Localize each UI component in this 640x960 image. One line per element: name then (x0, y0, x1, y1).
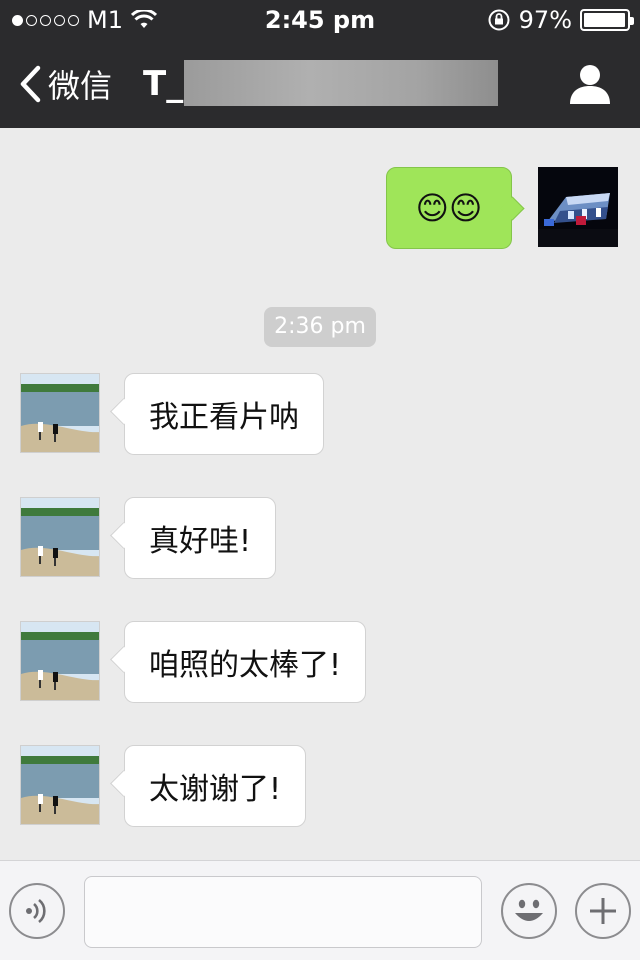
message-bubble-outgoing[interactable]: 😊😊 (386, 167, 512, 249)
battery-percent: 97% (518, 6, 572, 34)
message-input[interactable] (84, 876, 482, 948)
message-text: 我正看片呐 (149, 400, 299, 435)
contact-avatar[interactable] (20, 497, 100, 577)
status-bar: M1 2:45 pm 97% (0, 0, 640, 40)
message-text: 真好哇! (149, 524, 252, 559)
contact-avatar[interactable] (20, 373, 100, 453)
message-bubble-incoming[interactable]: 真好哇! (124, 497, 277, 579)
input-bar (0, 860, 640, 960)
contact-avatar[interactable] (20, 621, 100, 701)
message-text: 咱照的太棒了! (149, 648, 342, 683)
my-avatar[interactable] (538, 167, 618, 247)
chat-title: T_ (143, 64, 184, 104)
contact-avatar[interactable] (20, 745, 100, 825)
chat-area[interactable]: 😊😊 2:36 pm 我正看片呐 真好哇! 咱照的太棒了! 太谢谢了! (0, 128, 640, 860)
status-right: 97% (487, 0, 634, 40)
message-text: 太谢谢了! (149, 772, 282, 807)
message-bubble-incoming[interactable]: 我正看片呐 (124, 373, 324, 455)
back-button[interactable]: 微信 (18, 40, 112, 128)
emoji-button[interactable] (501, 883, 557, 939)
voice-icon (26, 898, 46, 924)
smile-emoji-icon: 😊😊 (415, 189, 483, 227)
battery-fill (584, 13, 625, 27)
voice-button[interactable] (9, 883, 65, 939)
message-bubble-incoming[interactable]: 太谢谢了! (124, 745, 307, 827)
chevron-left-icon (20, 65, 41, 103)
emoji-icon (515, 899, 543, 921)
plus-button[interactable] (575, 883, 631, 939)
rotation-lock-icon (488, 9, 510, 31)
plus-icon (590, 898, 616, 924)
battery-icon (580, 9, 634, 31)
message-bubble-incoming[interactable]: 咱照的太棒了! (124, 621, 367, 703)
profile-icon[interactable] (568, 64, 612, 104)
redacted-name (184, 60, 498, 106)
back-label: 微信 (48, 67, 113, 105)
nav-bar: 微信 T_ (0, 40, 640, 128)
timestamp-label: 2:36 pm (264, 307, 376, 347)
